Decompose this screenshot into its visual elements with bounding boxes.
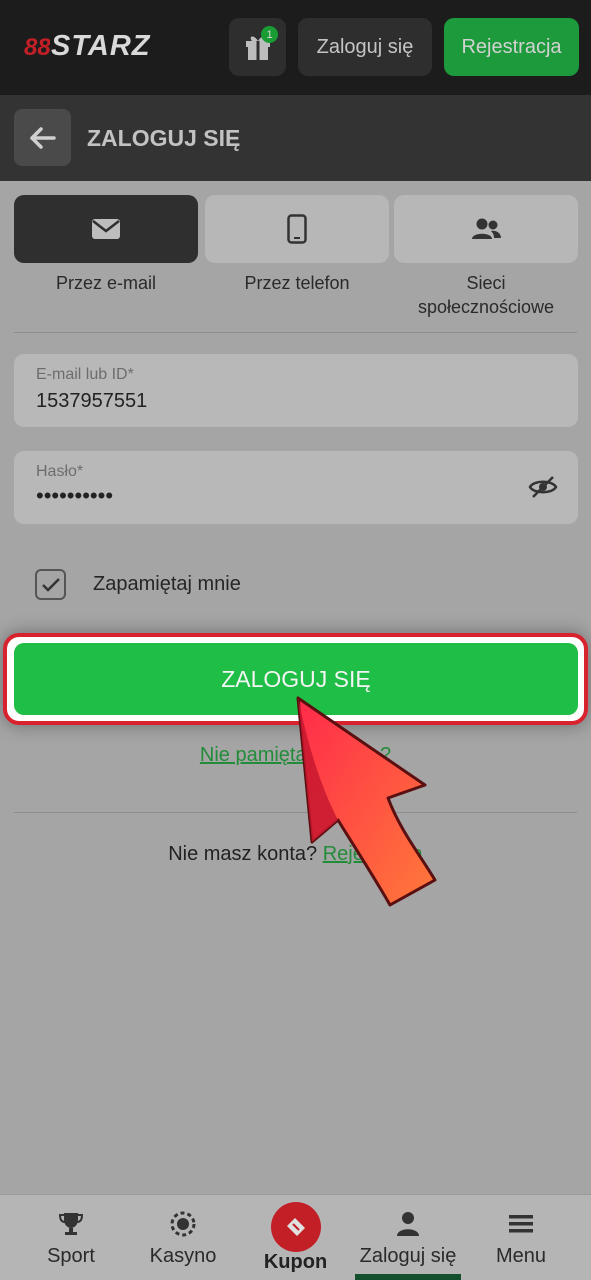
nav-login-label: Zaloguj się (359, 1245, 457, 1267)
header-register-button[interactable]: Rejestracja (444, 18, 579, 76)
tab-social-label-line1: Sieci (466, 273, 506, 293)
tab-email-label: Przez e-mail (55, 273, 157, 293)
svg-text:88: 88 (24, 34, 50, 59)
casino-chip-icon (170, 1211, 196, 1237)
password-field-label: Hasło* (36, 463, 84, 480)
logo-text: STARZ (51, 29, 151, 62)
tab-phone-label: Przez telefon (244, 273, 350, 293)
toggle-password-visibility-icon[interactable] (528, 475, 558, 504)
remember-me-label[interactable]: Zapamiętaj mnie (93, 573, 241, 596)
checkmark-icon (41, 577, 60, 592)
password-field[interactable]: Hasło* •••••••••• (14, 451, 578, 524)
gift-count-badge: 1 (261, 26, 278, 43)
phone-icon (287, 214, 307, 244)
nav-login[interactable]: Zaloguj się (352, 1195, 464, 1280)
divider (14, 332, 577, 333)
tab-social[interactable] (394, 195, 578, 263)
page-title: ZALOGUJ SIĘ (87, 125, 241, 151)
nav-menu-label: Menu (495, 1245, 547, 1267)
header-login-button[interactable]: Zaloguj się (298, 18, 432, 76)
email-field-label: E-mail lub ID* (36, 366, 134, 383)
remember-me-checkbox[interactable] (35, 569, 66, 600)
nav-menu[interactable]: Menu (480, 1195, 562, 1280)
email-field[interactable]: E-mail lub ID* 1537957551 (14, 354, 578, 427)
user-icon (397, 1212, 419, 1236)
active-tab-indicator (355, 1274, 461, 1280)
tab-social-label: Sieci społecznościowe (386, 271, 586, 319)
tab-phone[interactable] (205, 195, 389, 263)
tab-email[interactable] (14, 195, 198, 263)
pointer-arrow-icon (296, 696, 437, 907)
trophy-icon (58, 1213, 84, 1235)
page-titlebar: ZALOGUJ SIĘ (0, 95, 591, 181)
gift-button[interactable]: 1 (229, 18, 286, 76)
brand-logo[interactable]: 88 STARZ (24, 28, 151, 64)
hamburger-icon (509, 1215, 533, 1233)
top-header: 88 STARZ 1 Zaloguj się Rejestracja (0, 0, 591, 95)
people-icon (472, 218, 501, 239)
bottom-navigation: Sport Kasyno Kupon Zaloguj się Menu (0, 1194, 591, 1280)
nav-coupon-button[interactable] (271, 1202, 321, 1252)
tab-social-label-line2: społecznościowe (417, 297, 555, 317)
envelope-icon (92, 219, 120, 239)
arrow-left-icon (29, 126, 56, 149)
password-field-value[interactable]: •••••••••• (36, 483, 113, 509)
logo-mark-icon: 88 (24, 33, 51, 61)
email-field-value[interactable]: 1537957551 (36, 390, 147, 413)
ticket-icon (287, 1218, 305, 1236)
back-button[interactable] (14, 109, 71, 166)
